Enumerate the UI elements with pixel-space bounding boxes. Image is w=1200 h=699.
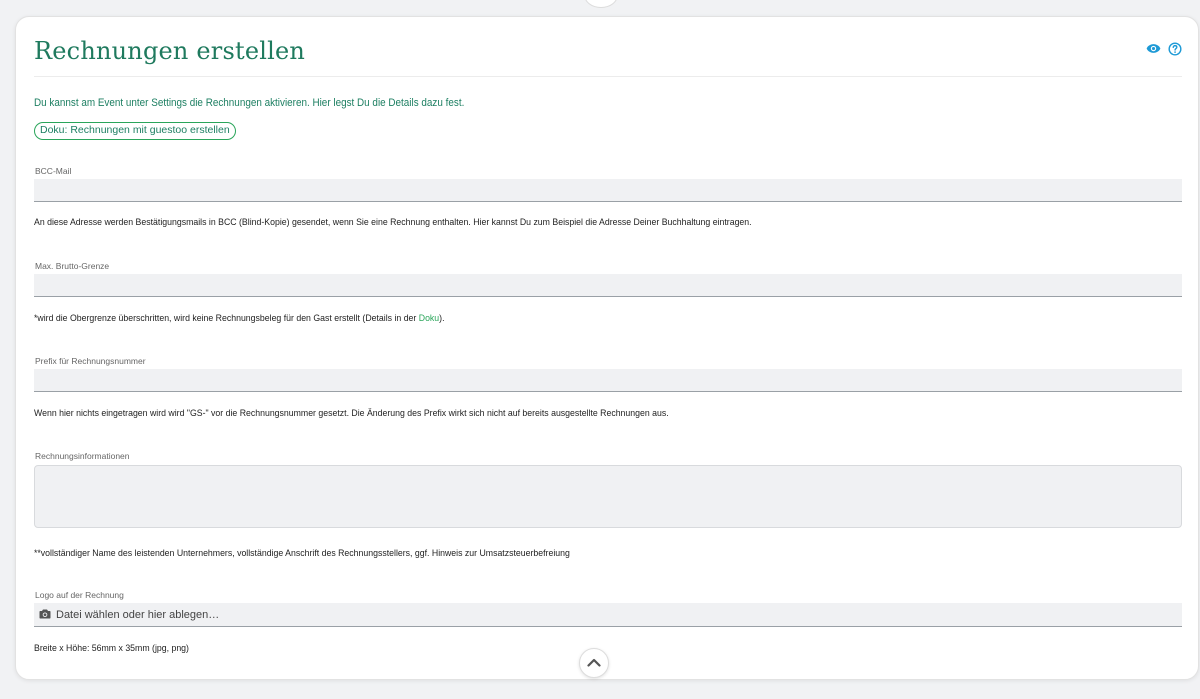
collapse-button[interactable] (579, 648, 609, 678)
logo-label: Logo auf der Rechnung (35, 590, 124, 600)
invoice-info-help: **vollständiger Name des leistenden Unte… (34, 548, 570, 559)
page-title: Rechnungen erstellen (34, 37, 306, 65)
invoice-info-textarea[interactable] (34, 465, 1182, 528)
help-circle-icon[interactable] (1167, 41, 1182, 56)
logo-file-placeholder: Datei wählen oder hier ablegen… (56, 608, 220, 621)
prefix-input[interactable] (34, 369, 1182, 392)
max-gross-help-suffix: ). (439, 313, 445, 324)
doc-link-button[interactable]: Doku: Rechnungen mit guestoo erstellen (34, 122, 236, 140)
header-icons (1146, 41, 1182, 56)
intro-text: Du kannst am Event unter Settings die Re… (34, 97, 465, 109)
max-gross-doku-link[interactable]: Doku (419, 313, 439, 324)
top-tab-handle (584, 0, 618, 8)
bcc-mail-input[interactable] (34, 179, 1182, 202)
max-gross-help-prefix: *wird die Obergrenze überschritten, wird… (34, 313, 419, 324)
max-gross-help: *wird die Obergrenze überschritten, wird… (34, 313, 445, 324)
invoice-info-label: Rechnungsinformationen (35, 451, 130, 461)
eye-icon[interactable] (1146, 41, 1161, 56)
prefix-help: Wenn hier nichts eingetragen wird wird "… (34, 408, 669, 419)
prefix-label: Prefix für Rechnungsnummer (35, 356, 146, 366)
chevron-up-icon (587, 654, 601, 672)
logo-help: Breite x Höhe: 56mm x 35mm (jpg, png) (34, 643, 189, 654)
invoice-settings-card: Rechnungen erstellen Du kannst am Event … (15, 16, 1199, 680)
bcc-mail-label: BCC-Mail (35, 166, 72, 176)
header-divider (34, 76, 1182, 77)
camera-icon (39, 606, 51, 624)
max-gross-label: Max. Brutto-Grenze (35, 261, 110, 271)
max-gross-input[interactable] (34, 274, 1182, 297)
bcc-mail-help: An diese Adresse werden Bestätigungsmail… (34, 217, 752, 228)
logo-file-dropzone[interactable]: Datei wählen oder hier ablegen… (34, 603, 1182, 627)
